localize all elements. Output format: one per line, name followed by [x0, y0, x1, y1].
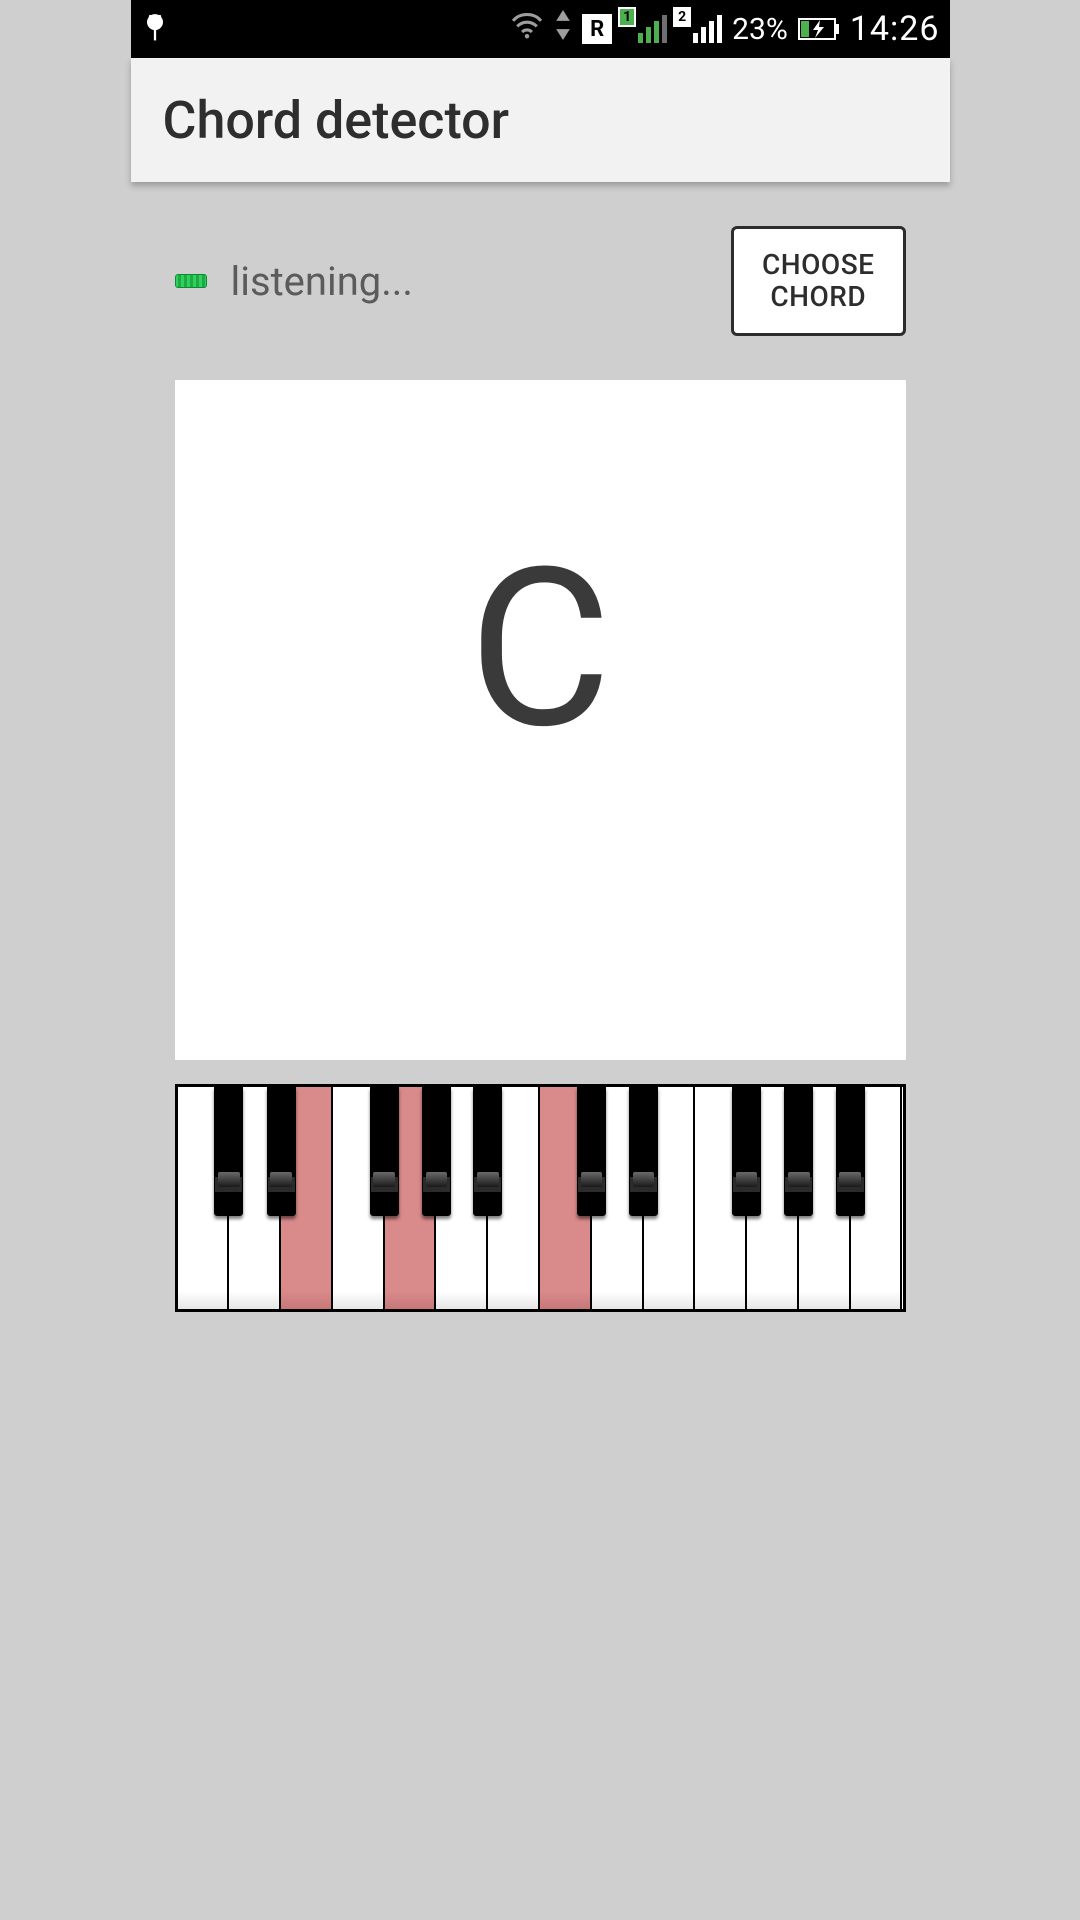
- sim1-signal-icon: 1: [622, 15, 667, 43]
- app-bar: Chord detector: [131, 58, 950, 182]
- white-key[interactable]: [644, 1087, 696, 1309]
- wifi-icon: [510, 11, 544, 47]
- white-key[interactable]: [281, 1087, 333, 1309]
- white-key[interactable]: [592, 1087, 644, 1309]
- detected-chord: C: [468, 520, 611, 778]
- piano-keyboard[interactable]: [175, 1084, 906, 1312]
- listening-status: listening...: [175, 258, 413, 305]
- audio-level-icon: [175, 274, 207, 288]
- white-key[interactable]: [851, 1087, 903, 1309]
- data-updown-icon: [554, 10, 572, 48]
- sim2-signal-icon: 2: [677, 15, 722, 43]
- white-key[interactable]: [333, 1087, 385, 1309]
- roaming-badge: R: [582, 14, 612, 44]
- white-key[interactable]: [695, 1087, 747, 1309]
- listening-text: listening...: [231, 258, 413, 305]
- android-status-bar: R 1 2 23%: [131, 0, 950, 58]
- status-clock: 14:26: [850, 9, 940, 49]
- white-key[interactable]: [488, 1087, 540, 1309]
- white-key[interactable]: [747, 1087, 799, 1309]
- white-key[interactable]: [799, 1087, 851, 1309]
- battery-charging-icon: [798, 17, 840, 41]
- white-key[interactable]: [540, 1087, 592, 1309]
- white-key[interactable]: [178, 1087, 230, 1309]
- white-key[interactable]: [385, 1087, 437, 1309]
- battery-percentage: 23%: [732, 12, 788, 47]
- white-key[interactable]: [229, 1087, 281, 1309]
- android-debug-icon: [141, 13, 169, 45]
- chord-display-card: C: [175, 380, 906, 1060]
- choose-chord-button[interactable]: CHOOSE CHORD: [731, 226, 906, 336]
- white-key[interactable]: [436, 1087, 488, 1309]
- app-title: Chord detector: [163, 90, 510, 151]
